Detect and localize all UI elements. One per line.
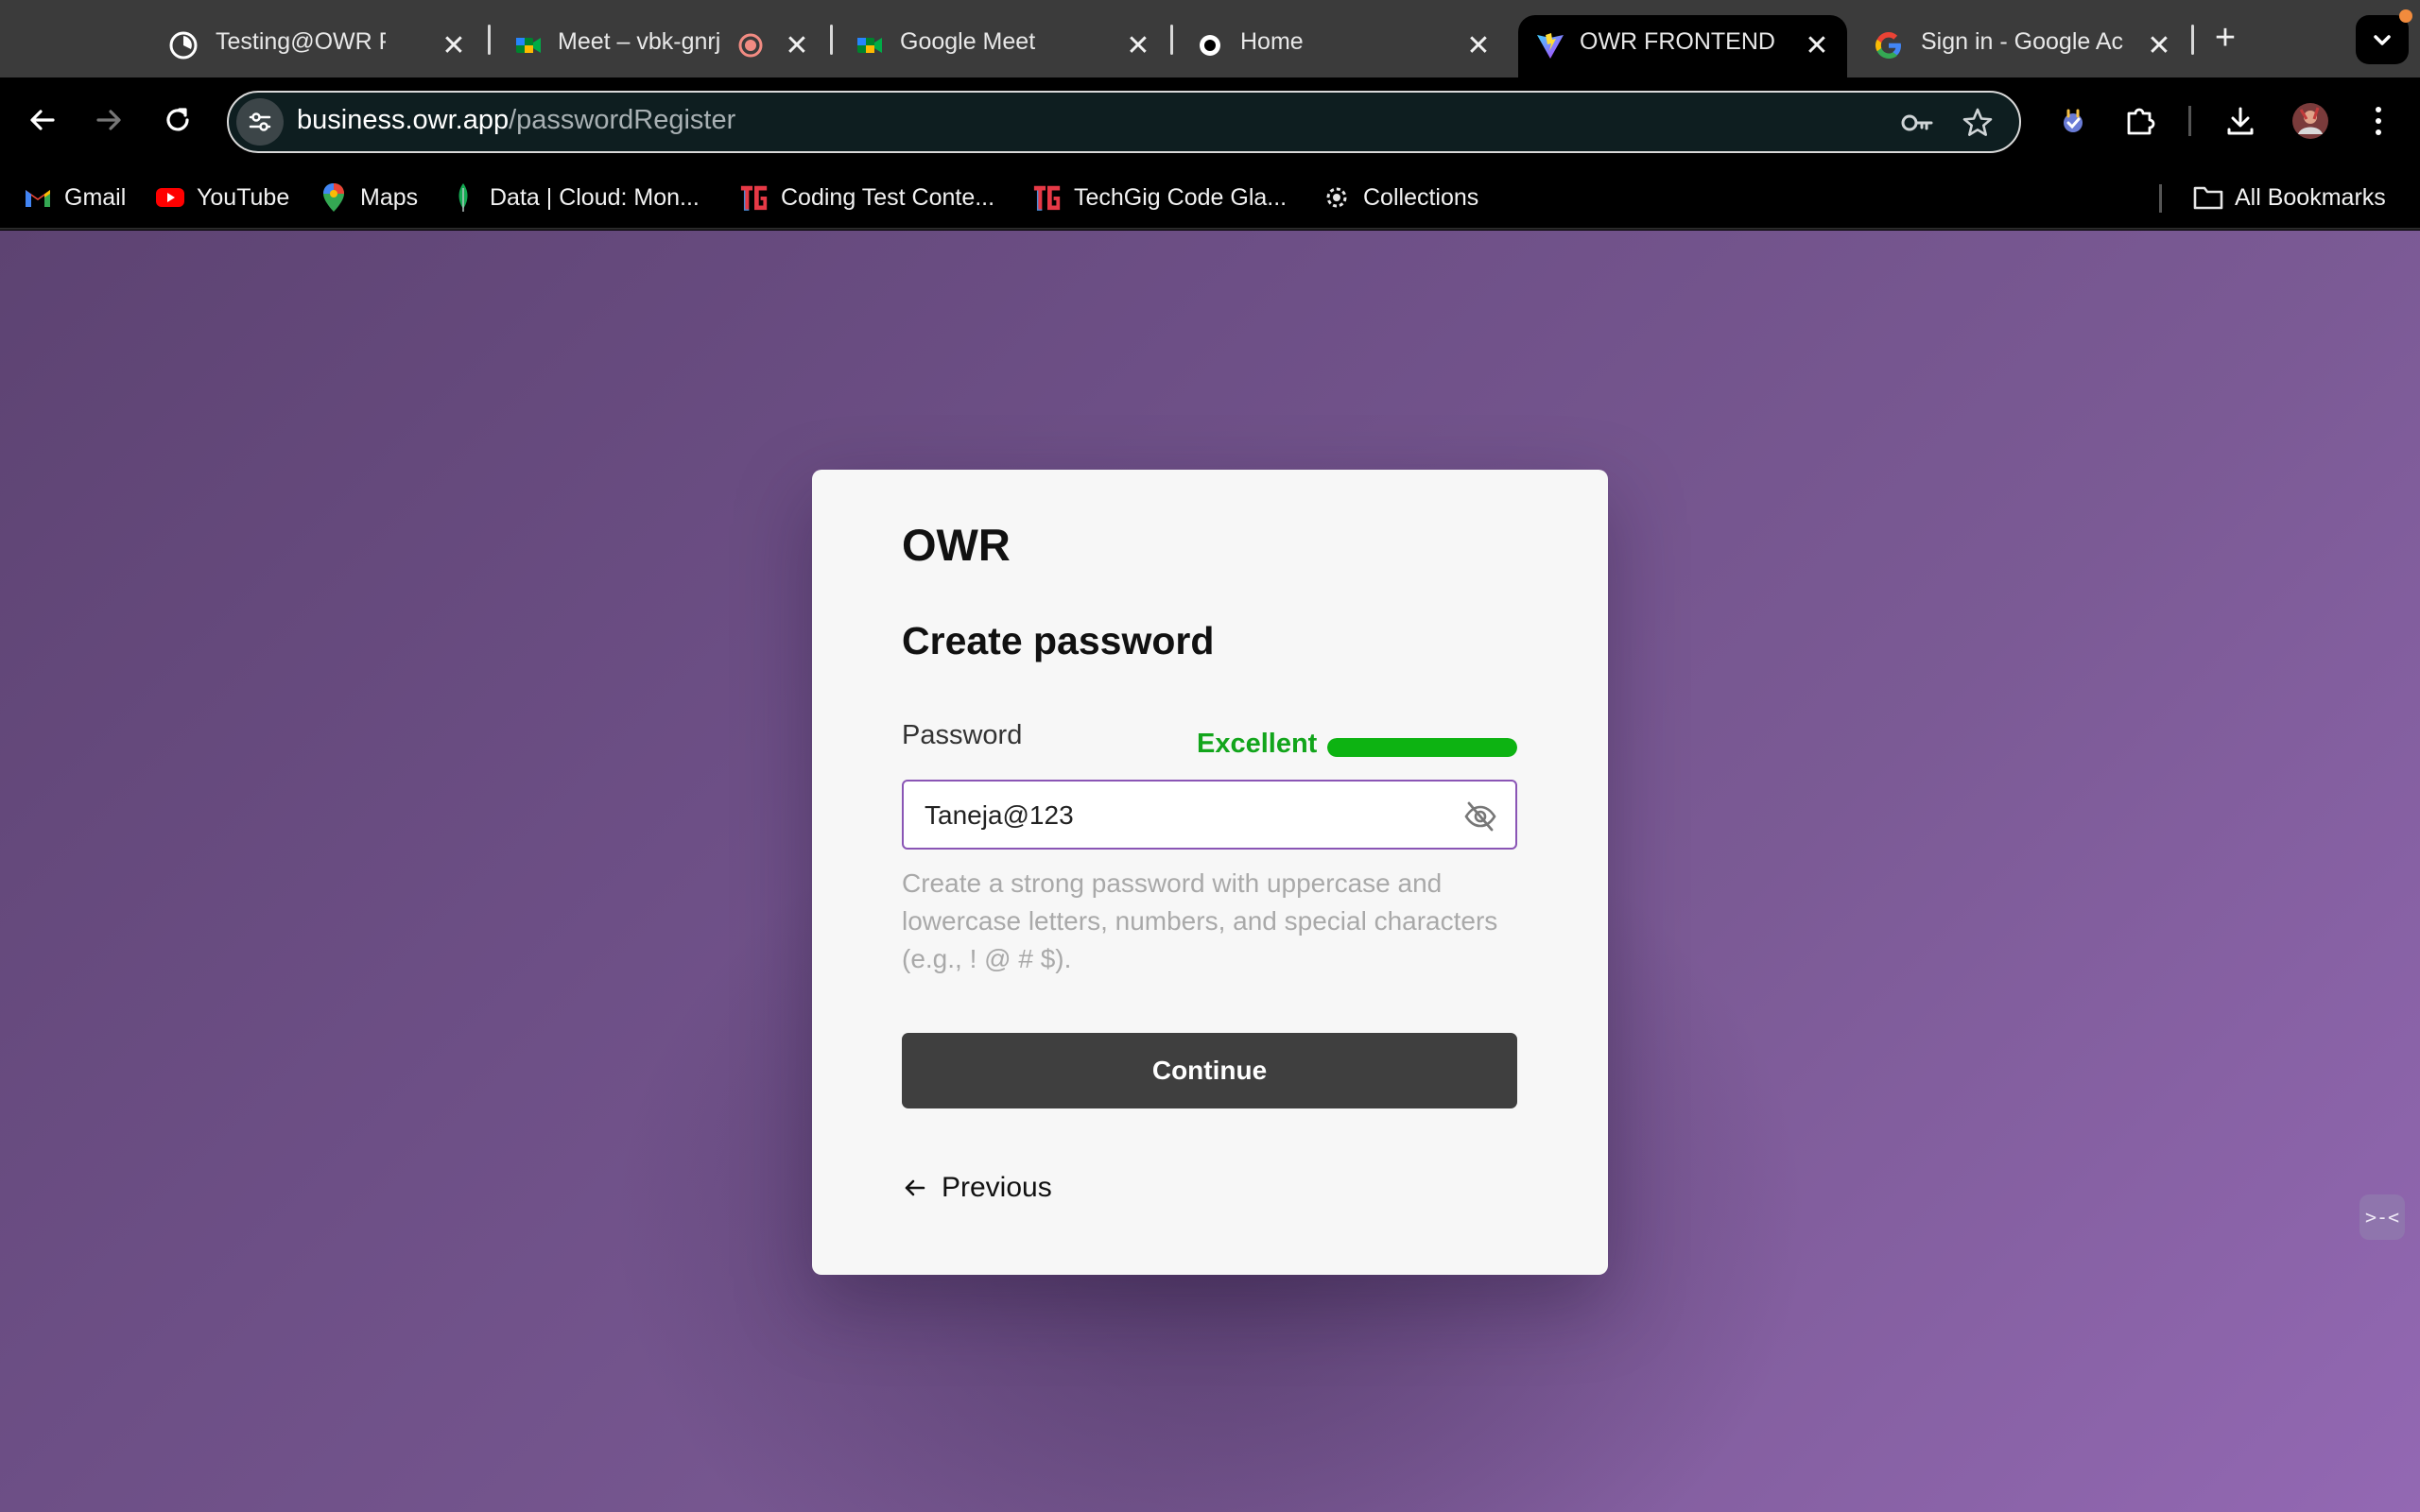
profile-avatar[interactable] [2288,98,2333,144]
bookmark-label: YouTube [197,183,290,211]
clock-favicon-icon [168,30,199,60]
extensions-puzzle-icon[interactable] [2118,98,2163,144]
arrow-left-icon [902,1175,928,1201]
tab-testing-owr[interactable]: Testing@OWR Proje ✕ [151,15,473,77]
tab-separator [488,25,491,55]
page-title: Create password [902,619,1215,662]
close-icon[interactable]: ✕ [1798,26,1836,64]
chevron-down-icon [2374,35,2391,45]
google-meet-favicon-icon [855,30,885,60]
bookmark-label: Coding Test Conte... [781,183,995,211]
close-icon[interactable]: ✕ [1119,26,1157,64]
browser-toolbar: business.owr.app/passwordRegister [0,77,2420,165]
gmail-icon [23,182,53,213]
reload-button[interactable] [154,96,201,144]
password-key-icon[interactable] [1898,104,1936,142]
close-icon[interactable]: ✕ [2140,26,2178,64]
bookmark-gmail[interactable]: Gmail [23,179,126,216]
close-icon[interactable]: ✕ [1460,26,1497,64]
password-field[interactable] [902,780,1517,850]
continue-button[interactable]: Continue [902,1033,1517,1108]
tab-separator [2191,25,2194,55]
close-icon[interactable]: ✕ [435,26,473,64]
back-button[interactable] [19,96,66,144]
bookmark-maps[interactable]: Maps [319,179,418,216]
all-bookmarks-label: All Bookmarks [2235,183,2386,211]
eye-off-icon[interactable] [1462,799,1498,834]
forward-button[interactable] [85,96,132,144]
arrow-left-icon [30,110,55,130]
password-input[interactable] [925,798,1454,833]
tab-separator [830,25,833,55]
password-strength-fill [1327,738,1517,757]
bookmark-collections[interactable]: Collections [1322,179,1478,216]
recording-icon [737,32,764,59]
bookmark-label: TechGig Code Gla... [1074,183,1288,211]
tab-meet-vbk[interactable]: Meet – vbk-gnrj ✕ [496,15,818,77]
side-panel-widget[interactable]: >-< [2360,1194,2405,1240]
folder-icon [2193,182,2223,213]
google-favicon-icon [1874,30,1904,60]
download-icon[interactable] [2218,98,2263,144]
bookmark-label: Data | Cloud: Mon... [490,183,700,211]
password-strength-bar [1327,738,1517,757]
url-text[interactable]: business.owr.app/passwordRegister [297,105,735,136]
bookmarks-separator [2159,184,2162,213]
bookmark-star-icon[interactable] [1959,104,1996,142]
mongodb-leaf-icon [448,182,478,213]
tab-title: Home [1240,28,1304,55]
arrow-right-icon [96,110,121,130]
bookmark-coding-test[interactable]: Coding Test Conte... [739,179,994,216]
all-bookmarks-button[interactable]: All Bookmarks [2193,179,2386,216]
bookmark-label: Collections [1363,183,1479,211]
tab-strip: Testing@OWR Proje ✕ Meet – vbk-gnrj ✕ Go… [0,0,2420,77]
new-tab-button[interactable]: + [2206,18,2244,58]
update-indicator [2399,9,2412,23]
bookmarks-bar: Gmail YouTube Maps Data | Cloud: Mon... … [0,165,2420,230]
tab-separator [1170,25,1173,55]
collections-icon [1322,182,1352,213]
bookmark-label: Gmail [64,183,127,211]
bookmark-youtube[interactable]: YouTube [155,179,289,216]
page-background: OWR Create password Password Excellent C… [0,231,2420,1512]
create-password-card: OWR Create password Password Excellent C… [812,470,1608,1275]
extension-plug-icon[interactable] [2050,98,2096,144]
tab-google-meet[interactable]: Google Meet ✕ [838,15,1159,77]
youtube-icon [155,182,185,213]
tab-search-button[interactable] [2356,15,2409,64]
tab-title: Google Meet [900,28,1036,55]
password-label: Password [902,720,1023,750]
tab-title: Sign in - Google Ac [1921,28,2124,55]
url-path: /passwordRegister [509,105,736,135]
password-hint: Create a strong password with uppercase … [902,868,1498,973]
tab-google-sign-in[interactable]: Sign in - Google Ac ✕ [1858,15,2180,77]
tab-title: Testing@OWR Proje [216,28,386,55]
previous-link[interactable]: Previous [902,1169,1052,1207]
tab-owr-frontend[interactable]: OWR FRONTEND ✕ [1518,15,1847,77]
address-bar[interactable]: business.owr.app/passwordRegister [227,91,2021,153]
tab-home[interactable]: Home ✕ [1178,15,1499,77]
techgig-icon [1032,182,1063,213]
maps-icon [319,182,349,213]
brand-logo: OWR [902,520,1011,570]
previous-label: Previous [942,1172,1052,1203]
vite-favicon-icon [1535,30,1565,60]
toolbar-separator [2188,106,2191,136]
tab-title: OWR FRONTEND [1580,28,1775,55]
password-strength-label: Excellent [1197,729,1318,759]
techgig-icon [739,182,769,213]
menu-kebab-icon[interactable] [2356,98,2401,144]
google-meet-favicon-icon [513,30,544,60]
bookmark-mongodb[interactable]: Data | Cloud: Mon... [448,179,700,216]
circle-favicon-icon [1197,32,1223,59]
tab-title: Meet – vbk-gnrj [558,28,721,55]
site-settings-icon[interactable] [236,98,284,146]
reload-icon [166,108,189,131]
close-icon[interactable]: ✕ [778,26,816,64]
bookmark-techgig[interactable]: TechGig Code Gla... [1032,179,1287,216]
url-domain: business.owr.app [297,105,510,135]
bookmark-label: Maps [360,183,419,211]
